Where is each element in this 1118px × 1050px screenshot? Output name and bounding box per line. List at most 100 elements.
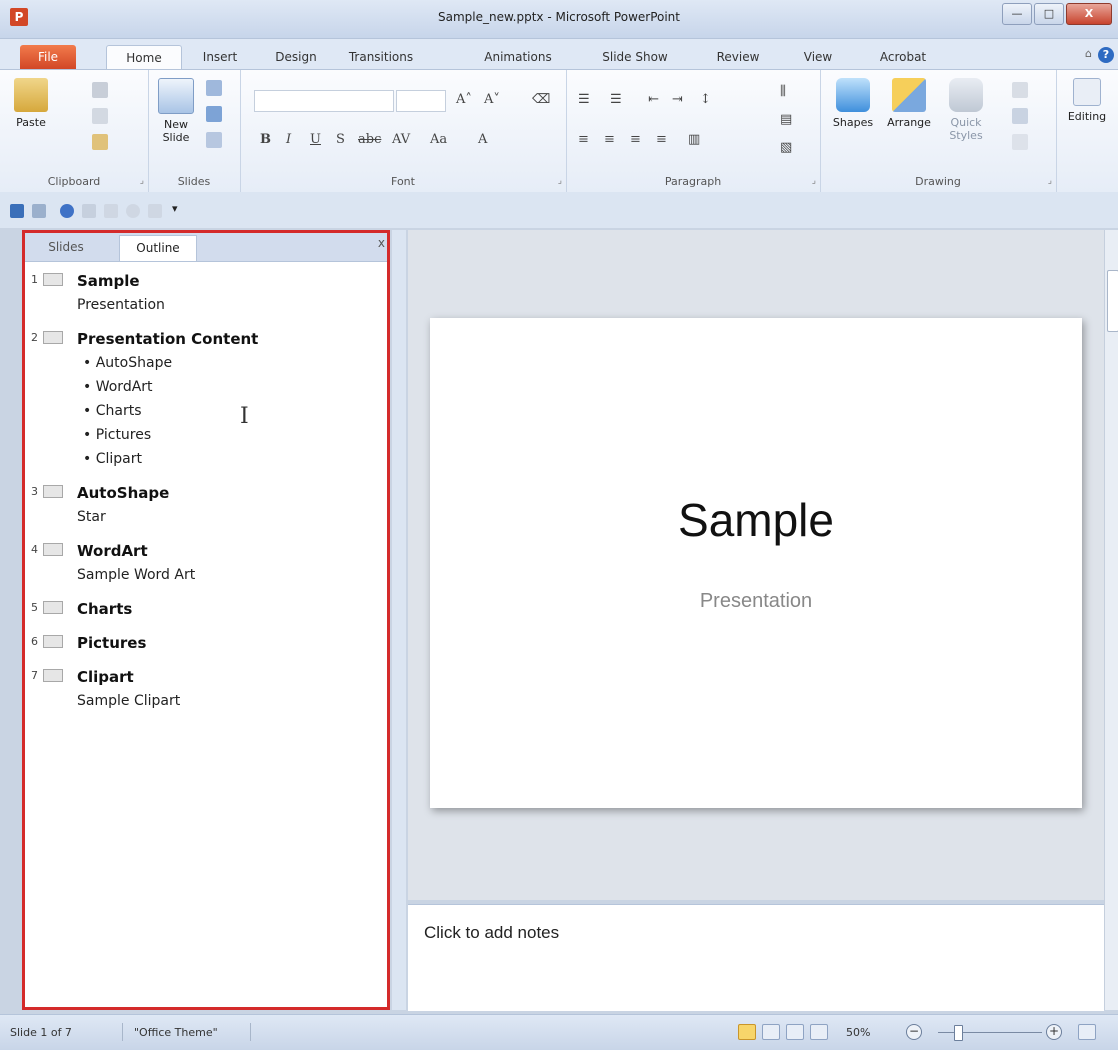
change-case-icon[interactable]: Aa	[430, 132, 447, 147]
normal-view-icon[interactable]	[738, 1024, 756, 1040]
pane-splitter[interactable]	[392, 230, 406, 1010]
section-icon[interactable]	[206, 132, 222, 148]
current-slide[interactable]: Sample Presentation	[430, 318, 1082, 808]
smartart-icon[interactable]: ▧	[780, 140, 792, 155]
redo-icon[interactable]	[60, 204, 74, 218]
help-icon[interactable]: ?	[1098, 47, 1114, 63]
outline-slide-text[interactable]: Star	[77, 505, 387, 529]
outline-slide-3[interactable]: 3 AutoShape Star	[25, 481, 387, 529]
justify-icon[interactable]: ≡	[656, 132, 667, 147]
zoom-level[interactable]: 50%	[846, 1026, 870, 1039]
decrease-indent-icon[interactable]: ⇤	[648, 92, 659, 107]
line-spacing-icon[interactable]: ↕	[700, 92, 711, 107]
tab-review[interactable]: Review	[706, 45, 770, 69]
bullets-icon[interactable]: ☰	[578, 92, 590, 107]
outline-slide-title[interactable]: Presentation Content	[77, 327, 387, 351]
outline-slide-2[interactable]: 2 Presentation Content AutoShape WordArt…	[25, 327, 387, 471]
font-launcher-icon[interactable]: ⌟	[558, 176, 562, 186]
minimize-button[interactable]: —	[1002, 3, 1032, 25]
clear-formatting-icon[interactable]: ⌫	[532, 92, 550, 107]
tab-view[interactable]: View	[796, 45, 840, 69]
text-direction-icon[interactable]: ⫼	[780, 84, 786, 99]
numbering-icon[interactable]: ☰	[610, 92, 622, 107]
font-color-icon[interactable]: A	[478, 132, 487, 147]
font-size-box[interactable]	[396, 90, 446, 112]
align-left-icon[interactable]: ≡	[578, 132, 589, 147]
outline-slide-6[interactable]: 6 Pictures	[25, 631, 387, 655]
align-right-icon[interactable]: ≡	[630, 132, 641, 147]
arrange-button[interactable]: Arrange	[882, 78, 936, 129]
tab-design[interactable]: Design	[266, 45, 326, 69]
outline-slide-1[interactable]: 1 Sample Presentation	[25, 269, 387, 317]
tab-insert[interactable]: Insert	[190, 45, 250, 69]
outline-slide-text[interactable]: Sample Clipart	[77, 689, 387, 713]
outline-slide-text[interactable]: Presentation	[77, 293, 387, 317]
theme-name[interactable]: "Office Theme"	[134, 1026, 218, 1039]
undo-icon[interactable]	[32, 204, 46, 218]
notes-pane[interactable]: Click to add notes	[408, 904, 1104, 1011]
outline-slide-5[interactable]: 5 Charts	[25, 597, 387, 621]
reset-icon[interactable]	[206, 106, 222, 122]
tab-acrobat[interactable]: Acrobat	[868, 45, 938, 69]
outline-bullet[interactable]: Pictures	[77, 423, 387, 447]
shape-icon-1[interactable]	[104, 204, 118, 218]
shape-fill-icon[interactable]	[1012, 82, 1028, 98]
vertical-scrollbar[interactable]	[1104, 230, 1118, 1010]
columns-icon[interactable]: ▥	[688, 132, 700, 147]
copy-icon[interactable]	[92, 108, 108, 124]
clipboard-launcher-icon[interactable]: ⌟	[140, 176, 144, 186]
close-pane-icon[interactable]: x	[378, 236, 385, 250]
grow-font-icon[interactable]: A˄	[456, 92, 472, 107]
quick-styles-button[interactable]: Quick Styles	[938, 78, 994, 142]
notes-placeholder[interactable]: Click to add notes	[424, 923, 559, 943]
font-name-box[interactable]	[254, 90, 394, 112]
tab-home[interactable]: Home	[106, 45, 182, 70]
outline-slide-4[interactable]: 4 WordArt Sample Word Art	[25, 539, 387, 587]
customize-qat-icon[interactable]: ▾	[172, 202, 186, 216]
minimize-ribbon-icon[interactable]: ⌂	[1085, 47, 1092, 60]
cut-icon[interactable]	[92, 82, 108, 98]
bold-icon[interactable]: B	[260, 132, 271, 147]
slide-sorter-view-icon[interactable]	[762, 1024, 780, 1040]
shapes-button[interactable]: Shapes	[826, 78, 880, 129]
paste-button[interactable]: Paste	[8, 78, 54, 129]
slide-title-placeholder[interactable]: Sample	[430, 493, 1082, 547]
outline-bullet[interactable]: Clipart	[77, 447, 387, 471]
shrink-font-icon[interactable]: A˅	[484, 92, 500, 107]
editing-button[interactable]: Editing	[1062, 78, 1112, 123]
save-icon[interactable]	[10, 204, 24, 218]
outline-slide-title[interactable]: AutoShape	[77, 481, 387, 505]
tab-slide-show[interactable]: Slide Show	[590, 45, 680, 69]
zoom-slider-knob[interactable]	[954, 1025, 963, 1041]
zoom-out-icon[interactable]: −	[906, 1024, 922, 1040]
tab-file[interactable]: File	[20, 45, 76, 69]
slide-show-view-icon[interactable]	[810, 1024, 828, 1040]
new-slide-button[interactable]: New Slide	[152, 78, 200, 144]
reading-view-icon[interactable]	[786, 1024, 804, 1040]
outline-slide-title[interactable]: Pictures	[77, 631, 387, 655]
shape-effects-icon[interactable]	[1012, 134, 1028, 150]
outline-slide-title[interactable]: Sample	[77, 269, 387, 293]
slide-subtitle-placeholder[interactable]: Presentation	[430, 590, 1082, 613]
tab-outline-pane[interactable]: Outline	[119, 235, 197, 261]
zoom-in-icon[interactable]: +	[1046, 1024, 1062, 1040]
outline-bullet[interactable]: WordArt	[77, 375, 387, 399]
shape-icon-2[interactable]	[126, 204, 140, 218]
start-from-beginning-icon[interactable]	[82, 204, 96, 218]
tab-animations[interactable]: Animations	[470, 45, 566, 69]
shape-outline-icon[interactable]	[1012, 108, 1028, 124]
outline-slide-title[interactable]: Clipart	[77, 665, 387, 689]
layout-icon[interactable]	[206, 80, 222, 96]
fit-to-window-icon[interactable]	[1078, 1024, 1096, 1040]
scrollbar-thumb[interactable]	[1107, 270, 1118, 332]
paragraph-launcher-icon[interactable]: ⌟	[812, 176, 816, 186]
align-text-icon[interactable]: ▤	[780, 112, 792, 127]
character-spacing-icon[interactable]: AV	[392, 132, 410, 147]
outline-slide-text[interactable]: Sample Word Art	[77, 563, 387, 587]
increase-indent-icon[interactable]: ⇥	[672, 92, 683, 107]
outline-slide-title[interactable]: Charts	[77, 597, 387, 621]
align-center-icon[interactable]: ≡	[604, 132, 615, 147]
shape-icon-3[interactable]	[148, 204, 162, 218]
outline-slide-7[interactable]: 7 Clipart Sample Clipart	[25, 665, 387, 713]
outline-bullet[interactable]: AutoShape	[77, 351, 387, 375]
